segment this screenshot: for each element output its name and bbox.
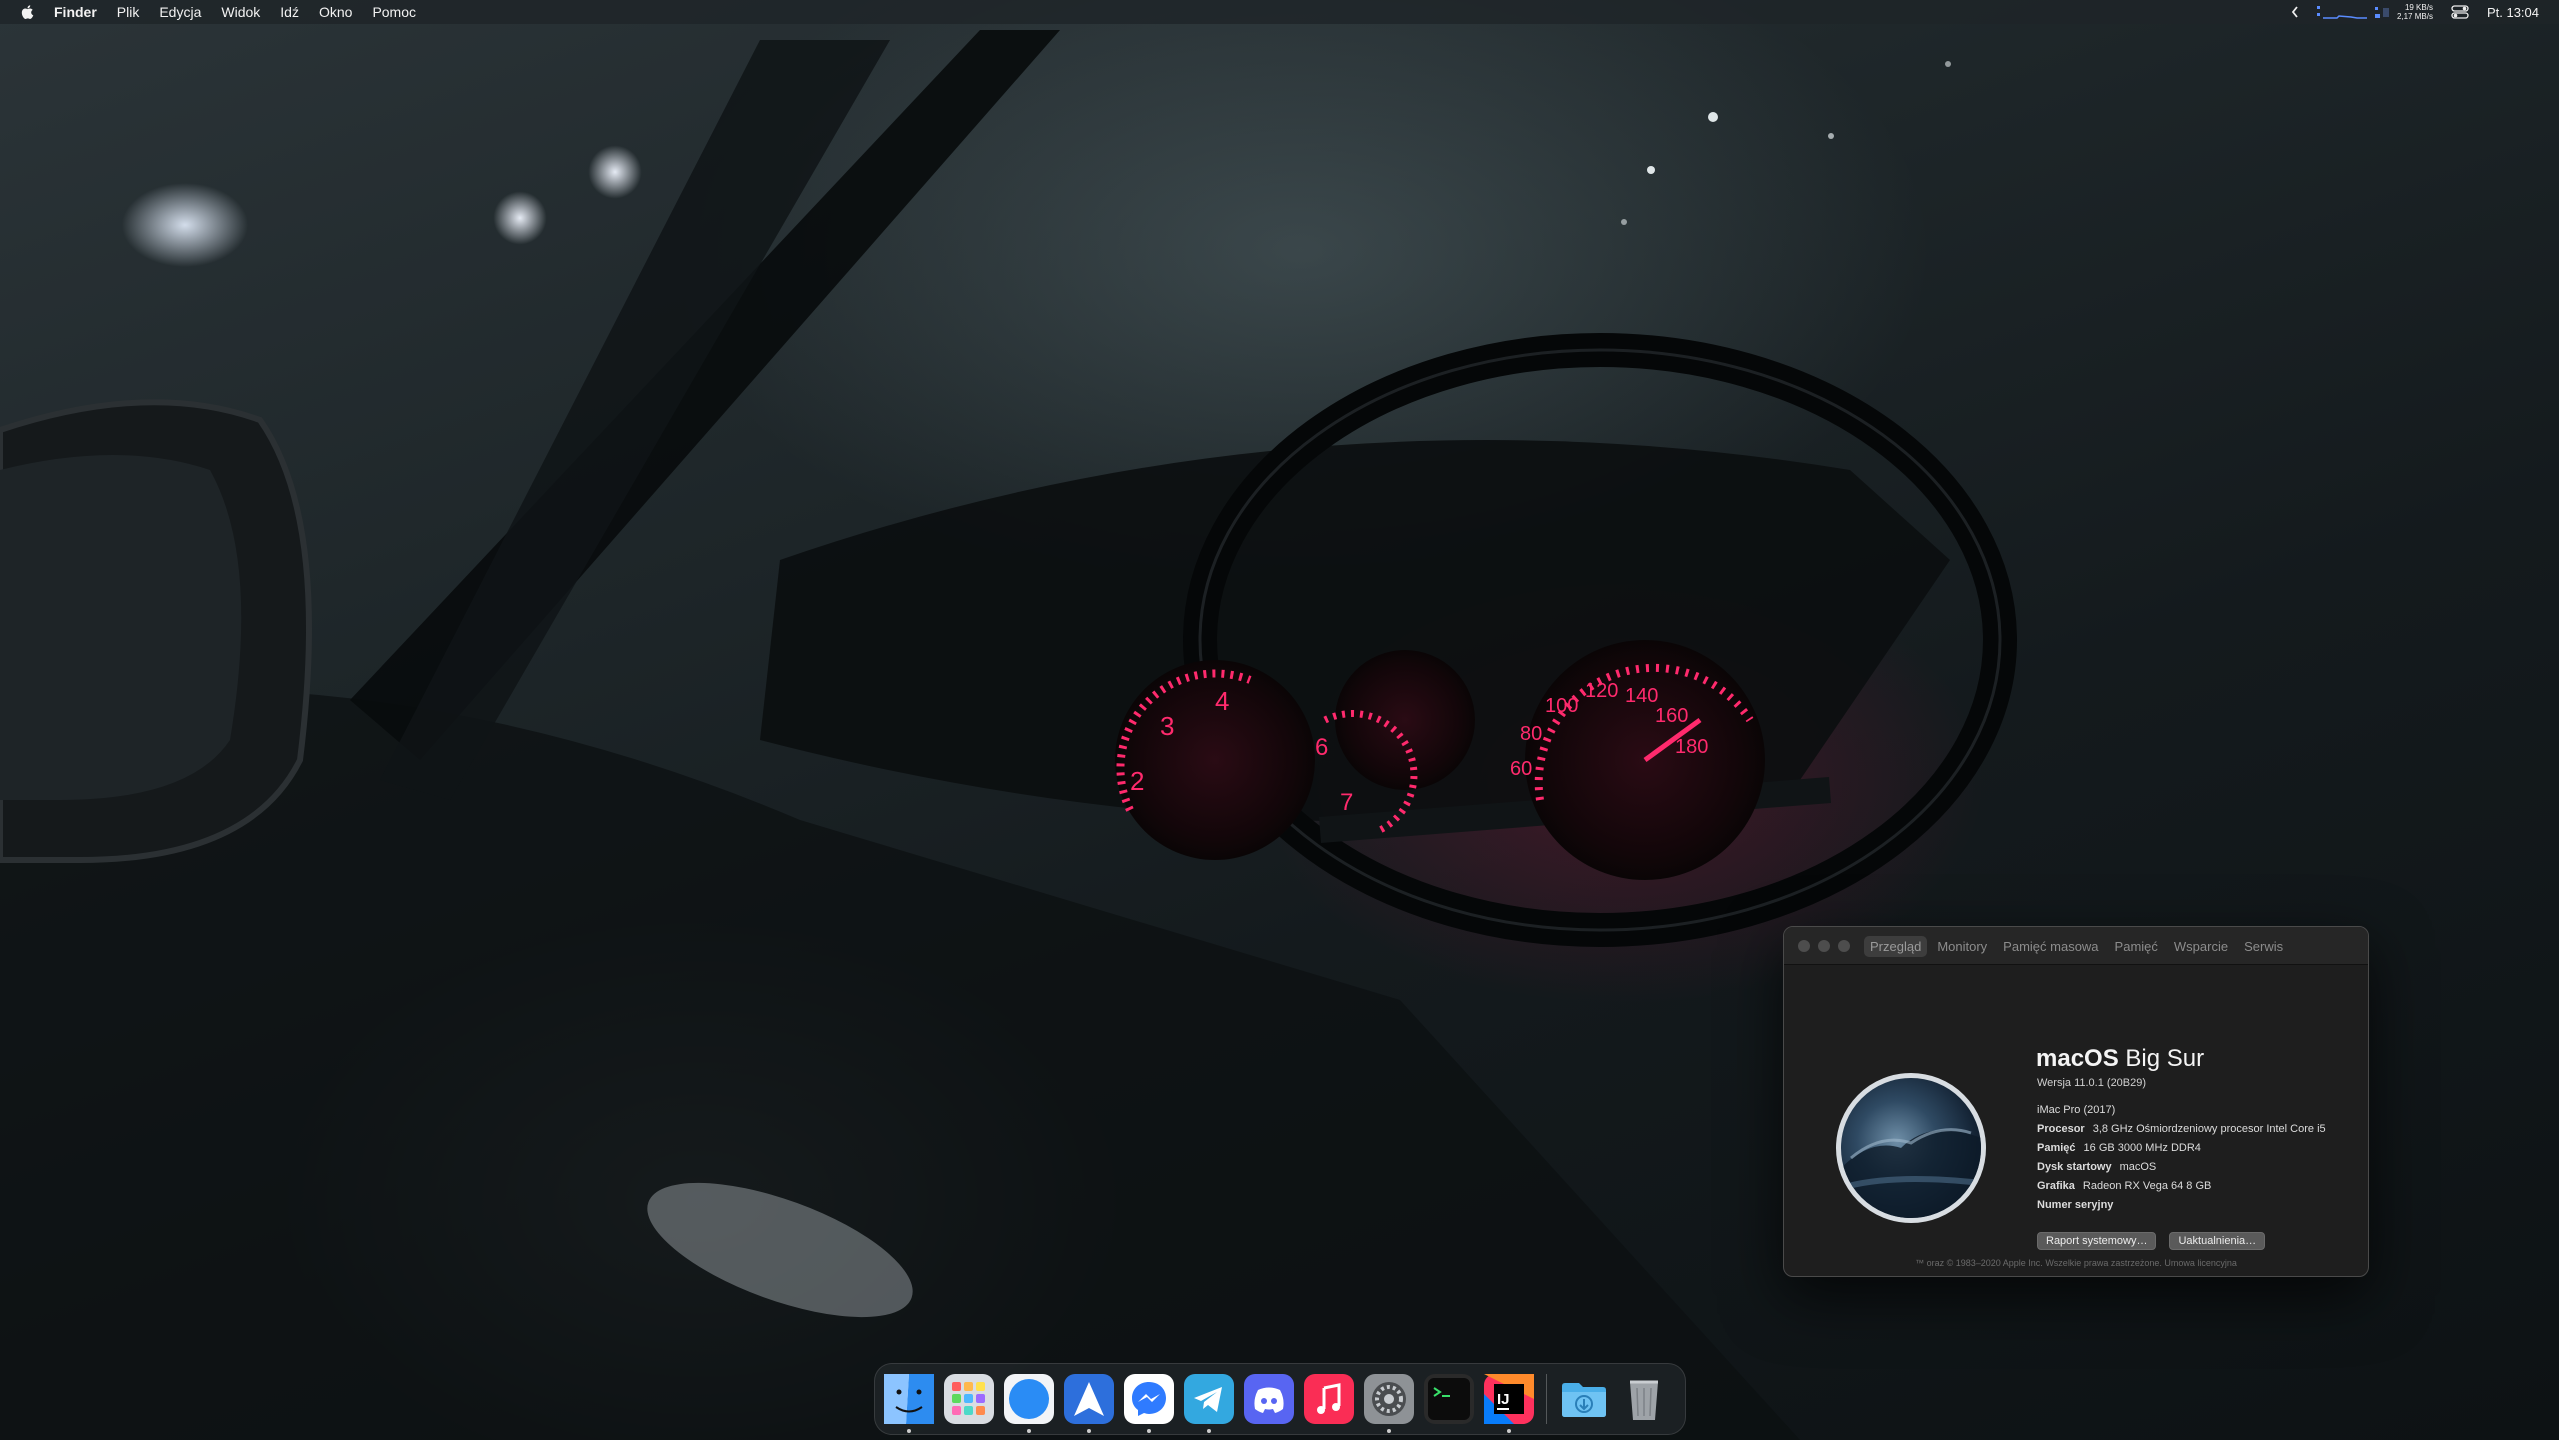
spec-value: 16 GB 3000 MHz DDR4 — [2083, 1142, 2201, 1154]
svg-text:7: 7 — [1340, 789, 1353, 816]
clock[interactable]: Pt. 13:04 — [2487, 5, 2539, 20]
about-this-mac-window: Przegląd Monitory Pamięć masowa Pamięć W… — [1783, 926, 2369, 1277]
running-indicator — [1147, 1429, 1151, 1433]
spec-serial: Numer seryjny — [2037, 1196, 2326, 1215]
traffic-lights — [1798, 940, 1850, 952]
telegram-icon[interactable] — [1184, 1374, 1234, 1433]
window-titlebar[interactable]: Przegląd Monitory Pamięć masowa Pamięć W… — [1784, 927, 2368, 965]
action-buttons: Raport systemowy… Uaktualnienia… — [2037, 1232, 2266, 1250]
tab-memory[interactable]: Pamięć — [2109, 936, 2164, 957]
safari-icon[interactable] — [1004, 1374, 1054, 1433]
spec-memory: Pamięć 16 GB 3000 MHz DDR4 — [2037, 1139, 2326, 1158]
svg-text:100: 100 — [1545, 695, 1578, 717]
spec-startup-disk: Dysk startowy macOS — [2037, 1158, 2326, 1177]
running-indicator — [907, 1429, 911, 1433]
spec-processor: Procesor 3,8 GHz Ośmiordzeniowy procesor … — [2037, 1120, 2326, 1139]
svg-text:80: 80 — [1520, 723, 1542, 745]
os-name: macOS Big Sur — [2036, 1045, 2204, 1073]
svg-text:60: 60 — [1510, 758, 1532, 780]
spec-key: Pamięć — [2037, 1142, 2076, 1154]
spec-key: Procesor — [2037, 1123, 2085, 1135]
zoom-button[interactable] — [1838, 940, 1850, 952]
svg-text:IJ: IJ — [1497, 1391, 1510, 1408]
music-icon[interactable] — [1304, 1374, 1354, 1424]
spark-mail-icon[interactable] — [1064, 1374, 1114, 1433]
tab-storage[interactable]: Pamięć masowa — [1997, 936, 2104, 957]
network-monitor-widget[interactable]: 19 KB/s 2,17 MB/s — [2316, 3, 2433, 21]
download-speed: 2,17 MB/s — [2396, 12, 2433, 21]
system-preferences-icon[interactable] — [1364, 1374, 1414, 1433]
running-indicator — [1027, 1429, 1031, 1433]
spec-key: Grafika — [2037, 1180, 2075, 1192]
os-version: Wersja 11.0.1 (20B29) — [2037, 1077, 2147, 1089]
menu-app-name[interactable]: Finder — [54, 4, 97, 20]
running-indicator — [1507, 1429, 1511, 1433]
svg-text:180: 180 — [1675, 736, 1708, 758]
menu-bar-status-area: 19 KB/s 2,17 MB/s Pt. 13:04 — [2291, 0, 2539, 24]
spec-value: Radeon RX Vega 64 8 GB — [2082, 1180, 2212, 1192]
dock: IJ — [874, 1363, 1686, 1435]
terminal-icon[interactable] — [1424, 1374, 1474, 1424]
tab-service[interactable]: Serwis — [2238, 936, 2289, 957]
minimize-button[interactable] — [1818, 940, 1830, 952]
launchpad-icon[interactable] — [944, 1374, 994, 1424]
running-indicator — [1087, 1429, 1091, 1433]
control-center-icon[interactable] — [2451, 5, 2469, 19]
svg-text:6: 6 — [1315, 734, 1328, 761]
spec-key: Dysk startowy — [2037, 1161, 2112, 1173]
menu-edit[interactable]: Edycja — [159, 4, 201, 20]
trash-icon[interactable] — [1619, 1374, 1669, 1424]
svg-text:2: 2 — [1130, 766, 1144, 796]
system-report-button[interactable]: Raport systemowy… — [2037, 1232, 2157, 1250]
finder-icon[interactable] — [884, 1374, 934, 1433]
spec-key: Numer seryjny — [2037, 1199, 2114, 1211]
svg-text:3: 3 — [1160, 711, 1174, 741]
svg-text:4: 4 — [1215, 686, 1229, 716]
chevron-left-icon[interactable] — [2291, 6, 2299, 18]
hardware-specs: iMac Pro (2017) Procesor 3,8 GHz Ośmiordz… — [2037, 1101, 2326, 1215]
close-button[interactable] — [1798, 940, 1810, 952]
running-indicator — [1207, 1429, 1211, 1433]
macos-big-sur-logo — [1836, 1073, 1986, 1223]
tab-support[interactable]: Wsparcie — [2168, 936, 2234, 957]
tab-bar: Przegląd Monitory Pamięć masowa Pamięć W… — [1864, 936, 2289, 957]
menu-view[interactable]: Widok — [221, 4, 260, 20]
spec-value: macOS — [2119, 1161, 2157, 1173]
menu-bar: Finder Plik Edycja Widok Idź Okno Pomoc … — [0, 0, 2559, 24]
network-graph-icon — [2316, 6, 2389, 19]
svg-text:160: 160 — [1655, 705, 1688, 727]
upload-speed: 19 KB/s — [2404, 3, 2433, 12]
apple-menu-icon[interactable] — [20, 4, 36, 20]
intellij-icon[interactable]: IJ — [1484, 1374, 1534, 1433]
svg-text:140: 140 — [1625, 685, 1658, 707]
model-name: iMac Pro (2017) — [2037, 1104, 2116, 1116]
tab-overview[interactable]: Przegląd — [1864, 936, 1928, 957]
menu-go[interactable]: Idź — [280, 4, 299, 20]
svg-text:120: 120 — [1585, 680, 1618, 702]
menu-file[interactable]: Plik — [117, 4, 140, 20]
os-name-light: Big Sur — [2118, 1045, 2205, 1072]
copyright-footer: ™ oraz © 1983–2020 Apple Inc. Wszelkie p… — [1915, 1258, 2237, 1268]
os-name-bold: macOS — [2036, 1045, 2119, 1072]
dock-separator — [1546, 1374, 1547, 1424]
downloads-folder-icon[interactable] — [1559, 1374, 1609, 1424]
tab-displays[interactable]: Monitory — [1931, 936, 1993, 957]
discord-icon[interactable] — [1244, 1374, 1294, 1424]
spec-graphics: Grafika Radeon RX Vega 64 8 GB — [2037, 1177, 2326, 1196]
messenger-icon[interactable] — [1124, 1374, 1174, 1433]
menu-help[interactable]: Pomoc — [372, 4, 416, 20]
spec-value: 3,8 GHz Ośmiordzeniowy procesor Intel Co… — [2092, 1123, 2326, 1135]
menu-window[interactable]: Okno — [319, 4, 352, 20]
software-update-button[interactable]: Uaktualnienia… — [2169, 1232, 2266, 1250]
running-indicator — [1387, 1429, 1391, 1433]
